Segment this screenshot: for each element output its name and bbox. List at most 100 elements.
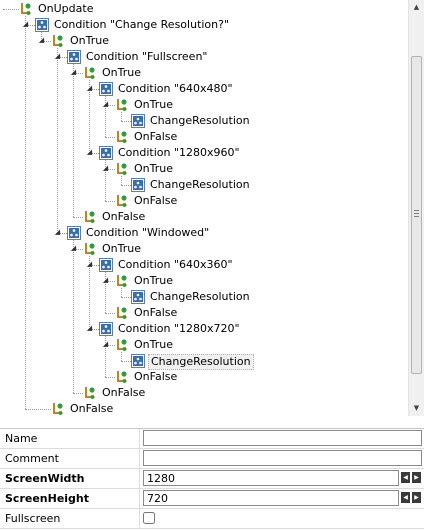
- tree-node-label[interactable]: OnTrue: [70, 34, 109, 48]
- tree-node-label[interactable]: ChangeResolution: [150, 178, 250, 192]
- tree-guide-horizontal: [121, 297, 131, 298]
- decrement-arrow-icon[interactable]: ◀: [401, 472, 410, 483]
- property-comment-label: Comment: [0, 449, 140, 468]
- tree-guide-horizontal: [25, 409, 51, 410]
- tree-guide-horizontal: [73, 393, 83, 394]
- event-handler-icon: [51, 402, 65, 416]
- condition-icon: [67, 50, 81, 67]
- event-handler-icon: [83, 386, 97, 403]
- scrollbar-grip-line: [414, 216, 419, 217]
- tree-node-label[interactable]: OnTrue: [134, 98, 173, 112]
- tree-guide-vertical: [25, 16, 26, 409]
- tree-node-label[interactable]: OnTrue: [134, 274, 173, 288]
- scrollbar-grip-line: [414, 210, 419, 211]
- condition-icon: [99, 82, 113, 99]
- tree-node-label[interactable]: ChangeResolution: [148, 354, 254, 370]
- tree-guide-horizontal: [73, 217, 83, 218]
- tree-node-label[interactable]: OnFalse: [70, 402, 113, 416]
- tree-node-label[interactable]: OnFalse: [134, 194, 177, 208]
- condition-icon: [35, 18, 49, 35]
- tree-guide-vertical: [57, 48, 58, 233]
- tree-guide-vertical: [73, 240, 74, 393]
- tree-node-label[interactable]: OnFalse: [134, 306, 177, 320]
- tree-node-label[interactable]: OnFalse: [134, 370, 177, 384]
- increment-arrow-icon[interactable]: ▶: [412, 472, 421, 483]
- tree-guide-horizontal: [3, 9, 19, 10]
- tree-node-label[interactable]: Condition "1280x720": [118, 322, 240, 336]
- tree-node-label[interactable]: OnUpdate: [38, 2, 93, 16]
- expand-collapse-arrow-icon[interactable]: ◢: [102, 101, 109, 108]
- scroll-down-arrow-icon[interactable]: ▼: [409, 401, 424, 416]
- expand-collapse-arrow-icon[interactable]: ◢: [86, 149, 93, 156]
- event-handler-icon: [115, 98, 129, 115]
- tree-node-label[interactable]: Condition "Windowed": [86, 226, 209, 240]
- property-row-screenheight: ScreenHeight ◀ ▶: [0, 489, 424, 509]
- scroll-up-arrow-icon[interactable]: ▲: [409, 0, 424, 15]
- scrollbar-thumb[interactable]: [411, 56, 422, 374]
- property-row-name: Name: [0, 429, 424, 449]
- event-handler-icon: [19, 2, 33, 19]
- tree-node-label[interactable]: Condition "Fullscreen": [86, 50, 207, 64]
- tree-node-label[interactable]: Condition "640x360": [118, 258, 233, 272]
- expand-collapse-arrow-icon[interactable]: ◢: [102, 165, 109, 172]
- vertical-scrollbar[interactable]: ▲ ▼: [408, 0, 424, 416]
- event-handler-icon: [115, 130, 129, 147]
- tree-guide-horizontal: [121, 121, 131, 122]
- event-handler-icon: [115, 274, 129, 291]
- property-screenwidth-label: ScreenWidth: [0, 469, 140, 488]
- expand-collapse-arrow-icon[interactable]: ◢: [86, 85, 93, 92]
- tree-guide-horizontal: [121, 185, 131, 186]
- event-handler-icon: [115, 338, 129, 355]
- event-handler-icon: [51, 34, 65, 51]
- screenheight-input[interactable]: [143, 490, 399, 506]
- tree-node-label[interactable]: Condition "Change Resolution?": [54, 18, 229, 32]
- condition-icon: [67, 226, 81, 243]
- property-row-screenwidth: ScreenWidth ◀ ▶: [0, 469, 424, 489]
- comment-input[interactable]: [143, 450, 422, 466]
- condition-icon: [99, 322, 113, 339]
- event-handler-icon: [115, 370, 129, 387]
- fullscreen-checkbox[interactable]: [143, 512, 155, 524]
- tree-node-label[interactable]: OnTrue: [134, 338, 173, 352]
- expand-collapse-arrow-icon[interactable]: ◢: [22, 21, 29, 28]
- property-grid: Name Comment ScreenWidth ◀ ▶ ScreenHeigh…: [0, 428, 424, 530]
- decrement-arrow-icon[interactable]: ◀: [401, 492, 410, 503]
- expand-collapse-arrow-icon[interactable]: ◢: [54, 229, 61, 236]
- tree-node-label[interactable]: OnFalse: [102, 386, 145, 400]
- tree-node-label[interactable]: OnTrue: [102, 66, 141, 80]
- name-input[interactable]: [143, 430, 422, 446]
- screenwidth-input[interactable]: [143, 470, 399, 486]
- behavior-tree-view[interactable]: OnUpdate ◢ Condition "Change Resolution?" ◢…: [0, 0, 408, 416]
- event-handler-icon: [83, 66, 97, 83]
- tree-node-label[interactable]: OnFalse: [134, 130, 177, 144]
- event-handler-icon: [115, 194, 129, 211]
- expand-collapse-arrow-icon[interactable]: ◢: [54, 53, 61, 60]
- action-icon: [131, 114, 145, 131]
- expand-collapse-arrow-icon[interactable]: ◢: [86, 325, 93, 332]
- action-icon: [131, 354, 145, 371]
- tree-guide-vertical: [73, 64, 74, 217]
- expand-collapse-arrow-icon[interactable]: ◢: [86, 261, 93, 268]
- property-fullscreen-label: Fullscreen: [0, 509, 140, 528]
- expand-collapse-arrow-icon[interactable]: ◢: [70, 69, 77, 76]
- property-row-fullscreen: Fullscreen: [0, 509, 424, 529]
- tree-node-label[interactable]: ChangeResolution: [150, 290, 250, 304]
- expand-collapse-arrow-icon[interactable]: ◢: [38, 37, 45, 44]
- expand-collapse-arrow-icon[interactable]: ◢: [102, 341, 109, 348]
- tree-guide-horizontal: [121, 361, 131, 362]
- tree-node-label[interactable]: Condition "1280x960": [118, 146, 240, 160]
- tree-guide-horizontal: [105, 377, 115, 378]
- tree-guide-horizontal: [105, 201, 115, 202]
- tree-node-label[interactable]: OnTrue: [102, 242, 141, 256]
- action-icon: [131, 178, 145, 195]
- expand-collapse-arrow-icon[interactable]: ◢: [102, 277, 109, 284]
- increment-arrow-icon[interactable]: ▶: [412, 492, 421, 503]
- property-screenheight-label: ScreenHeight: [0, 489, 140, 508]
- tree-node-label[interactable]: OnFalse: [102, 210, 145, 224]
- property-name-label: Name: [0, 429, 140, 448]
- action-icon: [131, 290, 145, 307]
- tree-node-label[interactable]: ChangeResolution: [150, 114, 250, 128]
- expand-collapse-arrow-icon[interactable]: ◢: [70, 245, 77, 252]
- tree-node-label[interactable]: Condition "640x480": [118, 82, 233, 96]
- tree-node-label[interactable]: OnTrue: [134, 162, 173, 176]
